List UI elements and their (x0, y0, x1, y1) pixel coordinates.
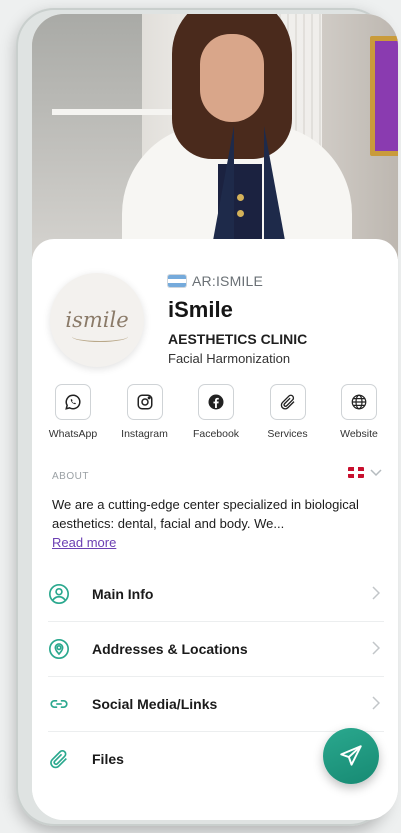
menu-item-label: Files (92, 751, 124, 767)
paperclip-icon (280, 394, 294, 410)
send-icon (340, 745, 362, 766)
about-text: We are a cutting-edge center specialized… (52, 497, 359, 531)
menu-item-label: Social Media/Links (92, 696, 218, 712)
about-heading: ABOUT (52, 471, 89, 482)
argentina-flag-icon (168, 275, 186, 287)
chevron-right-icon (372, 641, 380, 655)
hero-photo (32, 14, 398, 259)
chevron-right-icon (372, 696, 380, 710)
facebook-icon (208, 394, 224, 410)
whatsapp-icon (65, 394, 81, 410)
link-icon (50, 699, 68, 709)
instagram-button[interactable]: Instagram (110, 384, 180, 440)
whatsapp-label: WhatsApp (48, 428, 98, 440)
facebook-button[interactable]: Facebook (181, 384, 251, 440)
clinic-logo: ismile (50, 273, 144, 367)
facebook-label: Facebook (192, 428, 240, 440)
menu-item-label: Main Info (92, 586, 154, 602)
menu-item-addresses[interactable]: Addresses & Locations (48, 622, 384, 677)
phone-screen: ismile AR:ISMILE iSmile AESTHETICS CLINI… (32, 14, 398, 820)
website-button[interactable]: Website (324, 384, 394, 440)
uk-flag-icon (348, 467, 364, 478)
profile-name: iSmile (168, 297, 233, 322)
social-buttons: WhatsApp Instagram Facebook Services Web… (38, 384, 394, 440)
services-label: Services (267, 428, 308, 440)
language-selector[interactable] (348, 467, 382, 478)
whatsapp-button[interactable]: WhatsApp (38, 384, 108, 440)
instagram-icon (137, 394, 152, 410)
website-label: Website (340, 428, 378, 440)
read-more-link[interactable]: Read more (52, 535, 116, 550)
profile-code-row: AR:ISMILE (168, 273, 263, 289)
instagram-label: Instagram (121, 428, 168, 440)
profile-subtitle: AESTHETICS CLINIC (168, 331, 308, 347)
services-button[interactable]: Services (253, 384, 323, 440)
profile-tagline: Facial Harmonization (168, 351, 291, 366)
menu-item-social-links[interactable]: Social Media/Links (48, 677, 384, 732)
person-circle-icon (49, 584, 69, 604)
logo-text: ismile (65, 308, 129, 332)
send-button[interactable] (323, 728, 379, 784)
globe-icon (351, 394, 367, 410)
chevron-down-icon (370, 468, 382, 476)
chevron-right-icon (372, 586, 380, 600)
menu-item-main-info[interactable]: Main Info (48, 567, 384, 622)
paperclip-icon (50, 750, 67, 769)
location-pin-icon (49, 639, 69, 659)
profile-code: AR:ISMILE (192, 273, 264, 289)
menu-item-label: Addresses & Locations (92, 641, 248, 657)
